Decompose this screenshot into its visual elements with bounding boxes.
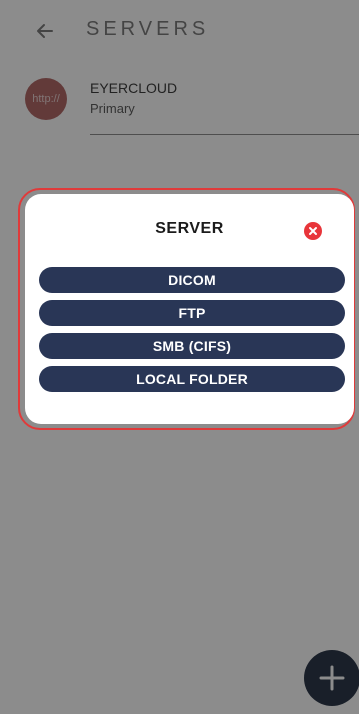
smb-cifs-button[interactable]: SMB (CIFS) — [39, 333, 345, 359]
close-button[interactable] — [304, 222, 322, 240]
server-type-options: DICOM FTP SMB (CIFS) LOCAL FOLDER — [39, 267, 345, 399]
close-icon — [309, 227, 317, 235]
server-type-dialog: SERVER DICOM FTP SMB (CIFS) LOCAL FOLDER — [25, 194, 354, 424]
local-folder-button[interactable]: LOCAL FOLDER — [39, 366, 345, 392]
dicom-button[interactable]: DICOM — [39, 267, 345, 293]
ftp-button[interactable]: FTP — [39, 300, 345, 326]
